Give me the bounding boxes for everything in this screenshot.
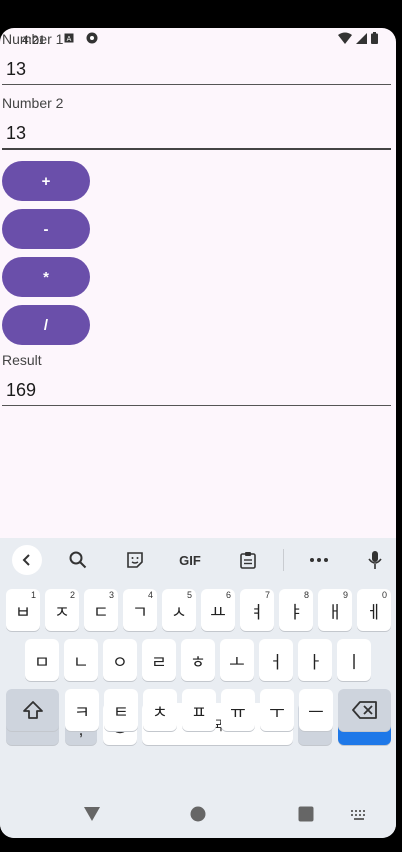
letter-key[interactable]: ㅌ (104, 689, 138, 731)
keyboard: GIF ?123 , 한국어 . ㅂ1ㅈ2ㄷ3ㄱ4ㅅ5ㅛ6ㅕ7ㅑ8ㅐ9ㅔ0ㅁㄴㅇ… (0, 538, 396, 790)
key-label: ㅕ (249, 602, 265, 622)
add-button[interactable]: + (2, 161, 90, 201)
key-number-hint: 0 (381, 590, 387, 600)
letter-key[interactable]: ㅋ (65, 689, 99, 731)
microphone-icon[interactable] (361, 546, 389, 574)
key-label: ㅑ (288, 602, 304, 622)
cell-signal-icon (356, 32, 367, 44)
keyboard-switch-icon[interactable] (351, 810, 367, 820)
more-icon[interactable] (305, 546, 333, 574)
key-label: ㅇ (112, 652, 128, 672)
svg-text:A: A (67, 36, 72, 43)
result-label: Result (2, 352, 42, 368)
letter-key[interactable]: ㅍ (182, 689, 216, 731)
key-label: ㅛ (210, 602, 226, 622)
letter-key[interactable]: ㅜ (260, 689, 294, 731)
letter-key[interactable]: ㅡ (299, 689, 333, 731)
letter-key[interactable]: ㅔ0 (357, 589, 391, 631)
toolbar-divider (283, 549, 284, 571)
key-label: ㅎ (190, 652, 206, 672)
shift-key[interactable] (6, 689, 59, 731)
letter-key[interactable]: ㅓ (259, 639, 293, 681)
letter-key[interactable]: ㄷ3 (84, 589, 118, 631)
key-label: ㄷ (93, 602, 109, 622)
letter-key[interactable]: ㅐ9 (318, 589, 352, 631)
key-number-hint: 2 (69, 590, 75, 600)
back-icon[interactable] (12, 545, 42, 575)
keyboard-toolbar: GIF (0, 538, 396, 582)
number1-label: Number 1 (2, 31, 64, 47)
key-label: ㅠ (230, 702, 246, 722)
letter-key[interactable]: ㄴ (64, 639, 98, 681)
key-label: ㅌ (113, 702, 129, 722)
backspace-icon (351, 701, 377, 719)
key-label: ㅐ (327, 602, 343, 622)
key-number-hint: 9 (342, 590, 348, 600)
letter-key[interactable]: ㅏ (298, 639, 332, 681)
number1-input[interactable]: 13 (2, 52, 391, 85)
letter-key[interactable]: ㅈ2 (45, 589, 79, 631)
battery-icon (371, 32, 378, 44)
number2-label: Number 2 (2, 95, 64, 111)
gif-button[interactable]: GIF (176, 546, 204, 574)
letter-key[interactable]: ㅅ5 (162, 589, 196, 631)
key-label: ㄴ (73, 652, 89, 672)
key-number-hint: 7 (264, 590, 270, 600)
navigation-bar (0, 790, 396, 838)
search-icon[interactable] (64, 546, 92, 574)
sticker-icon[interactable] (121, 546, 149, 574)
key-label: ㅊ (152, 702, 168, 722)
letter-key[interactable]: ㅂ1 (6, 589, 40, 631)
key-number-hint: 6 (225, 590, 231, 600)
divide-button[interactable]: / (2, 305, 90, 345)
key-label: ㅈ (54, 602, 70, 622)
letter-key[interactable]: ㄹ (142, 639, 176, 681)
shift-icon (22, 701, 43, 719)
key-number-hint: 5 (186, 590, 192, 600)
keyboard-notification-icon: A (64, 33, 74, 43)
key-label: ㅗ (229, 652, 245, 672)
wifi-icon (338, 32, 352, 44)
subtract-button[interactable]: - (2, 209, 90, 249)
multiply-button[interactable]: * (2, 257, 90, 297)
nav-home-icon[interactable] (190, 806, 206, 822)
backspace-key[interactable] (338, 689, 391, 731)
key-label: ㅍ (191, 702, 207, 722)
key-label: ㄱ (132, 602, 148, 622)
clipboard-icon[interactable] (234, 546, 262, 574)
letter-key[interactable]: ㄱ4 (123, 589, 157, 631)
letter-key[interactable]: ㅕ7 (240, 589, 274, 631)
app-notification-icon (86, 32, 98, 44)
key-label: ㅂ (15, 602, 31, 622)
key-label: ㅜ (269, 702, 285, 722)
key-number-hint: 1 (30, 590, 36, 600)
letter-key[interactable]: ㅎ (181, 639, 215, 681)
key-label: ㅋ (74, 702, 90, 722)
nav-recents-icon[interactable] (298, 806, 314, 822)
key-label: ㅔ (366, 602, 382, 622)
letter-key[interactable]: ㅑ8 (279, 589, 313, 631)
key-number-hint: 3 (108, 590, 114, 600)
result-field[interactable]: 169 (2, 373, 391, 406)
key-label: ㅅ (171, 602, 187, 622)
key-label: ㅡ (308, 702, 324, 722)
key-label: ㅁ (34, 652, 50, 672)
key-label: ㄹ (151, 652, 167, 672)
letter-key[interactable]: ㅇ (103, 639, 137, 681)
nav-back-icon[interactable] (83, 806, 101, 822)
letter-key[interactable]: ㅣ (337, 639, 371, 681)
letter-key[interactable]: ㅛ6 (201, 589, 235, 631)
key-number-hint: 4 (147, 590, 153, 600)
letter-key[interactable]: ㅊ (143, 689, 177, 731)
number2-input[interactable]: 13 (2, 116, 391, 150)
key-label: ㅣ (346, 652, 362, 672)
key-number-hint: 8 (303, 590, 309, 600)
letter-key[interactable]: ㅁ (25, 639, 59, 681)
letter-key[interactable]: ㅗ (220, 639, 254, 681)
key-label: ㅓ (268, 652, 284, 672)
letter-key[interactable]: ㅠ (221, 689, 255, 731)
key-label: ㅏ (307, 652, 323, 672)
app-screen: 4:21 A Number 1 13 Number 2 13 + - * / R… (0, 28, 396, 838)
